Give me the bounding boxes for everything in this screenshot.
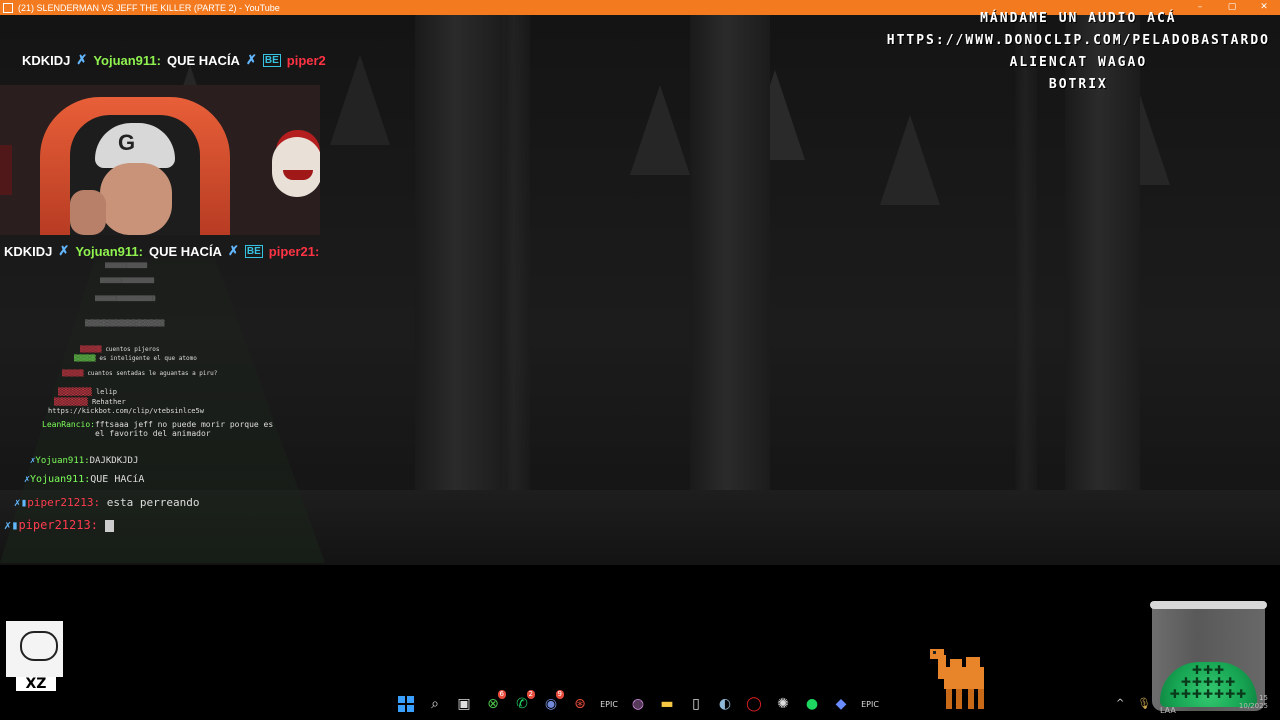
tree-trunk: [415, 15, 505, 560]
tip-jar-rim: [1150, 601, 1267, 609]
discord-icon[interactable]: ◉ 9: [540, 690, 564, 715]
chat-line: ▒▒▒▒▒▒ cuentos pijeros: [80, 346, 160, 353]
streamer-face: [100, 163, 172, 235]
chat-line: ✗▮piper21213:: [4, 518, 115, 532]
chat-line: ▒▒▒▒▒▒▒▒▒▒▒▒▒▒▒▒▒▒▒▒: [95, 296, 156, 302]
epic2-icon[interactable]: EPIC: [859, 693, 881, 715]
badge-icon: BE: [262, 53, 281, 67]
ticker-user: piper21:: [268, 243, 320, 259]
meme-face: [20, 631, 58, 661]
task-view-icon[interactable]: ▣: [453, 693, 475, 715]
meme-sticker: [6, 621, 63, 677]
chat-panel: ▒▒▒▒▒▒▒▒▒▒▒▒▒▒ ▒▒▒▒▒▒▒▒▒▒▒▒▒▒▒▒▒▒ ▒▒▒▒▒▒…: [0, 258, 330, 563]
donation-url: HTTPS://WWW.DONOCLIP.COM/PELADOBASTARDO: [886, 33, 1270, 48]
window-title: (21) SLENDERMAN VS JEFF THE KILLER (PART…: [18, 2, 280, 13]
tree-trunk: [1065, 15, 1140, 570]
sword-icon: ✗: [245, 52, 257, 67]
chat-line: ▒▒▒▒▒▒▒▒▒▒▒▒▒▒▒▒▒▒: [100, 278, 155, 284]
chat-line: ▒▒▒▒▒▒▒▒▒▒▒▒▒▒▒▒▒▒▒▒▒▒: [85, 320, 165, 327]
ticker-user: KDKIDJ: [4, 243, 53, 259]
clock-date: 10/2025: [1238, 702, 1268, 710]
tree-trunk: [1015, 15, 1037, 560]
chat-line: ▒▒▒▒▒▒▒▒ lelip: [58, 388, 118, 396]
search-icon[interactable]: ⌕: [424, 693, 446, 715]
ticker-message: QUE HACÍA: [149, 243, 222, 259]
chat-line: ✗Yojuan911:DAJKDKJDJ: [30, 456, 139, 466]
file-explorer-icon[interactable]: ▬: [656, 693, 678, 715]
chatgpt-icon[interactable]: ✺: [772, 693, 794, 715]
spotify-icon[interactable]: ●: [801, 693, 823, 715]
chat-ticker-top: KDKIDJ ✗ Yojuan911: QUE HACÍA ✗ BE piper…: [22, 52, 326, 68]
steam-icon[interactable]: ◐: [714, 693, 736, 715]
camel-icon: [930, 649, 984, 709]
donation-line4: BOTRIX: [1048, 77, 1108, 92]
document-icon[interactable]: ▯: [685, 693, 707, 715]
donation-line3: ALIENCAT WAGAO: [1009, 55, 1148, 70]
streamer-hand: [70, 190, 106, 235]
sword-icon: ✗: [76, 52, 88, 67]
text-cursor: [105, 519, 115, 532]
sticker-text: XZ: [16, 677, 56, 691]
pine-tree: [630, 85, 690, 175]
chat-line: ✗Yojuan911:QUE HACíA: [24, 474, 145, 485]
app-icon[interactable]: ⊛: [569, 693, 591, 715]
tree-trunk: [500, 15, 530, 560]
browser-icon[interactable]: ◍: [627, 693, 649, 715]
ticker-user: KDKIDJ: [22, 52, 71, 68]
opera-icon[interactable]: ◯: [743, 693, 765, 715]
epic-games-icon[interactable]: EPIC: [598, 693, 620, 715]
donation-title: MÁNDAME UN AUDIO ACÁ: [980, 11, 1177, 26]
app-icon: [3, 2, 13, 13]
chat-line: ▒▒▒▒▒▒▒▒ Rehather: [54, 398, 126, 406]
webcam-feed: G: [0, 85, 320, 235]
cap-logo: G: [118, 130, 136, 155]
clock[interactable]: 15 10/2025: [1236, 694, 1268, 710]
chat-link[interactable]: https://kickbot.com/clip/vtebsinlce5w: [48, 407, 204, 415]
clock-time: 15: [1259, 694, 1268, 702]
ticker-message: QUE HACÍA: [167, 52, 240, 68]
pine-tree: [330, 55, 390, 145]
chat-line: ✗▮piper21213: esta perreando: [14, 496, 200, 509]
tray-chevron-icon[interactable]: ^: [1116, 698, 1124, 709]
donation-overlay: MÁNDAME UN AUDIO ACÁ HTTPS://WWW.DONOCLI…: [887, 8, 1270, 96]
jeff-face: [272, 137, 320, 197]
sword-icon: ✗: [58, 243, 70, 258]
pine-tree: [880, 115, 940, 205]
whatsapp-icon[interactable]: ✆ 2: [511, 690, 535, 715]
badge-icon: BE: [244, 244, 263, 258]
chat-line: ▒▒▒▒▒▒ es inteligente el que atomo: [74, 355, 197, 362]
chat-line: ▒▒▒▒▒▒▒▒▒▒▒▒▒▒: [105, 263, 148, 269]
xbox-icon[interactable]: ⊗ 6: [482, 690, 506, 715]
chat-line: ▒▒▒▒▒▒ cuantos sentadas le aguantas a pi…: [62, 370, 218, 377]
taskbar: ⌕ ▣ ⊗ 6 ✆ 2 ◉ 9 ⊛ EPIC ◍ ▬ ▯ ◐ ◯ ✺ ● ◆ EPIC: [395, 690, 881, 716]
ticker-user: piper2: [286, 52, 326, 68]
webcam-edge: [0, 145, 12, 195]
chat-ticker-middle: KDKIDJ ✗ Yojuan911: QUE HACÍA ✗ BE piper…: [4, 243, 319, 259]
ticker-user: Yojuan911:: [75, 243, 143, 259]
windows-icon[interactable]: [395, 693, 417, 715]
ticker-user: Yojuan911:: [93, 52, 161, 68]
tree-trunk: [690, 15, 770, 565]
keyboard-language[interactable]: LAA: [1160, 706, 1176, 715]
sword-icon: ✗: [227, 243, 239, 258]
app2-icon[interactable]: ◆: [830, 693, 852, 715]
chat-line: LeanRancio:fftsaaa jeff no puede morir p…: [42, 420, 274, 438]
microphone-icon[interactable]: 🎙: [1137, 697, 1151, 710]
